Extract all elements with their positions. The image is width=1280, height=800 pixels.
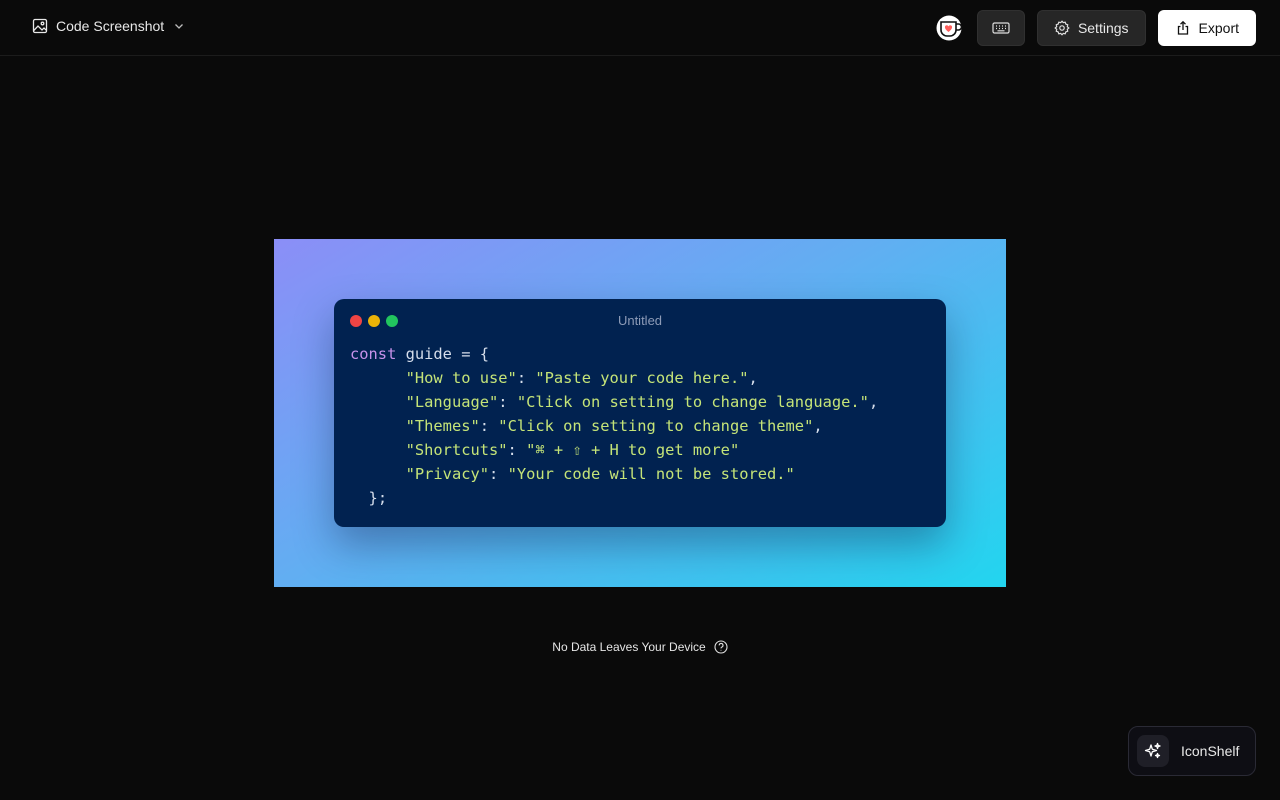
help-circle-icon[interactable]	[714, 640, 728, 654]
export-label: Export	[1198, 20, 1239, 36]
code-line: "Privacy": "Your code will not be stored…	[405, 465, 795, 483]
settings-label: Settings	[1077, 20, 1129, 36]
code-line: const guide = {	[350, 345, 490, 363]
code-line: "How to use": "Paste your code here.",	[405, 369, 758, 387]
share-icon	[1177, 20, 1188, 35]
settings-button[interactable]: Settings	[1036, 10, 1146, 46]
image-icon	[32, 18, 48, 34]
privacy-note-text: No Data Leaves Your Device	[552, 640, 706, 654]
iconshelf-widget[interactable]: IconShelf	[1128, 726, 1256, 776]
window-title[interactable]: Untitled	[334, 313, 946, 328]
code-line: "Shortcuts": "⌘ + ⇧ + H to get more"	[405, 441, 740, 459]
coffee-cup-icon[interactable]	[935, 13, 965, 43]
code-line: };	[368, 489, 388, 507]
app-title: Code Screenshot	[56, 18, 165, 34]
privacy-note: No Data Leaves Your Device	[0, 640, 1280, 654]
keyboard-icon	[992, 22, 1010, 34]
keyboard-shortcuts-button[interactable]	[976, 10, 1025, 46]
screenshot-canvas: Untitled const guide = { "How to use": "…	[274, 239, 1006, 587]
gear-icon	[1054, 20, 1070, 36]
app-switcher[interactable]: Code Screenshot	[32, 18, 186, 34]
export-button[interactable]: Export	[1157, 10, 1256, 46]
chevron-down-icon	[175, 24, 184, 29]
iconshelf-label: IconShelf	[1181, 743, 1240, 759]
top-bar: Code Screenshot Settings Export	[0, 0, 1280, 56]
sparkles-icon	[1137, 735, 1169, 767]
code-line: "Language": "Click on setting to change …	[405, 393, 879, 411]
code-window: Untitled const guide = { "How to use": "…	[334, 299, 946, 527]
code-line: "Themes": "Click on setting to change th…	[405, 417, 823, 435]
code-editor[interactable]: const guide = { "How to use": "Paste you…	[350, 342, 878, 510]
